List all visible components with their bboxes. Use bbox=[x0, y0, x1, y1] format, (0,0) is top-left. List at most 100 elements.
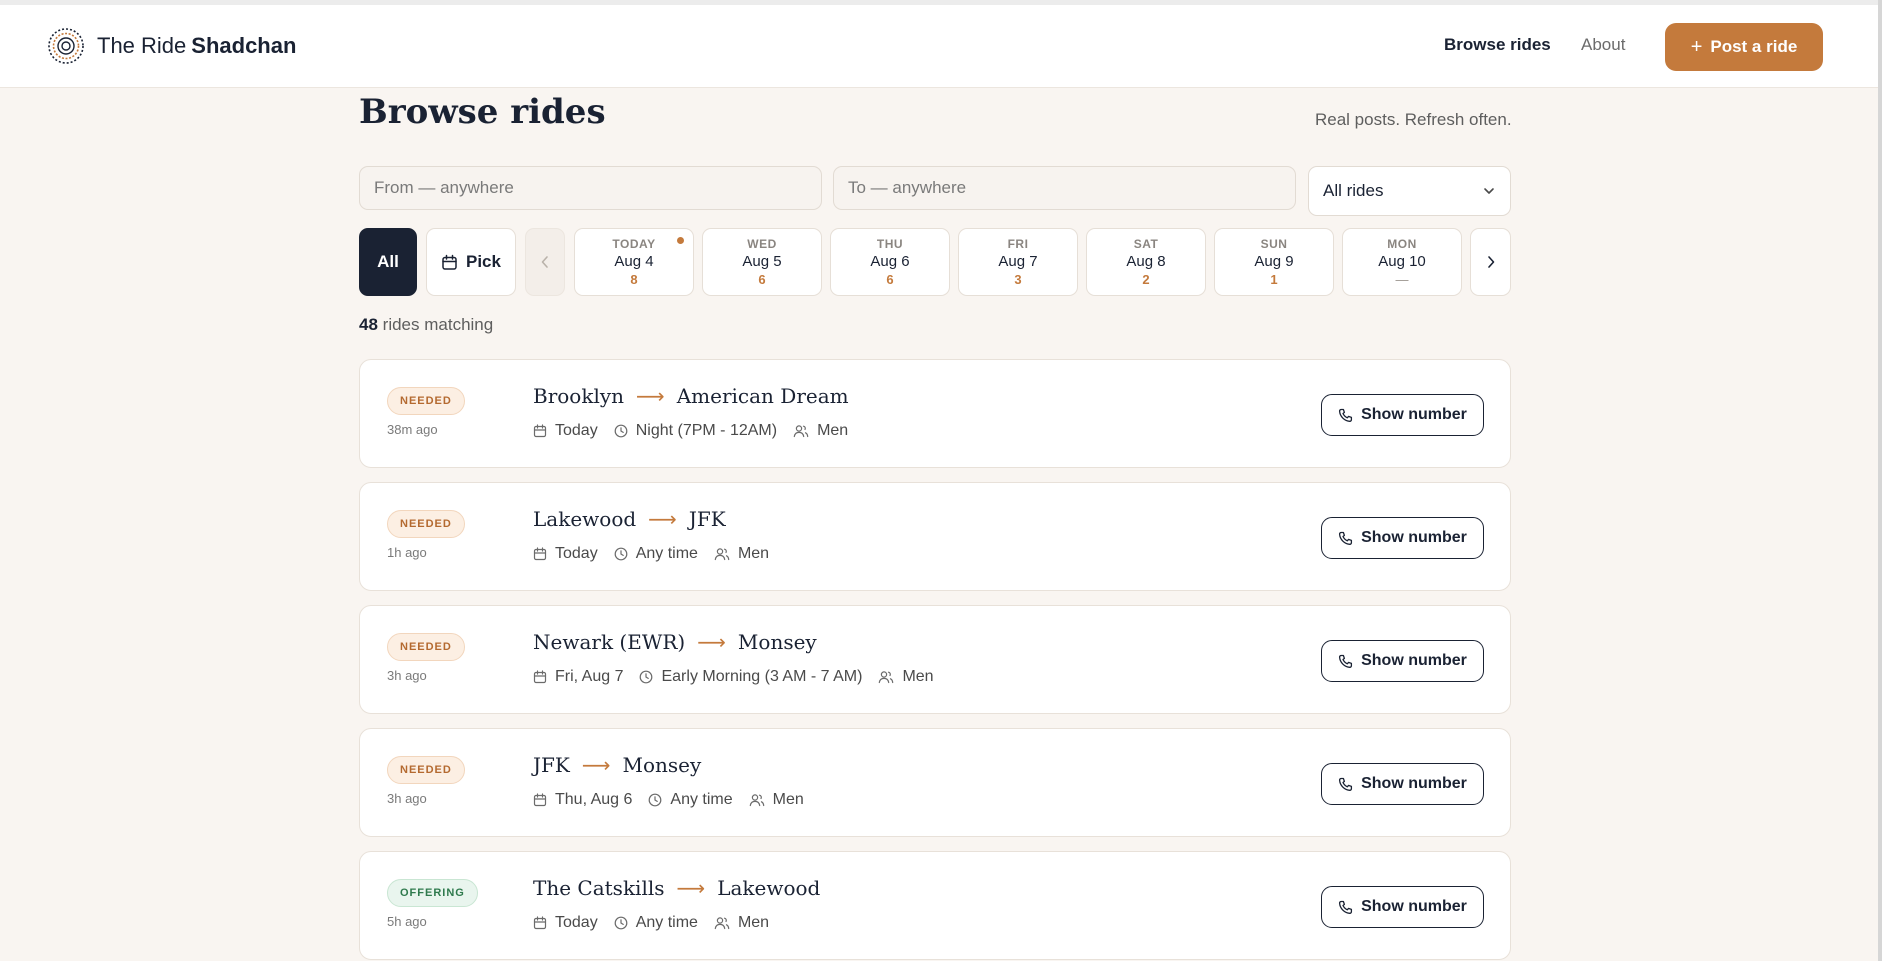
ride-to: Monsey bbox=[737, 630, 817, 654]
show-number-button[interactable]: Show number bbox=[1321, 640, 1484, 682]
chevron-left-icon bbox=[541, 256, 548, 268]
to-input[interactable] bbox=[833, 166, 1296, 210]
ride-posted-ago: 3h ago bbox=[387, 791, 427, 806]
logo-mark-icon bbox=[48, 28, 84, 64]
date-chip-date: Aug 6 bbox=[870, 253, 910, 270]
ride-card[interactable]: NEEDED 1h ago Lakewood ⟶ JFK Today Any t… bbox=[359, 482, 1511, 591]
ride-from: JFK bbox=[533, 753, 570, 777]
ride-posted-ago: 3h ago bbox=[387, 668, 427, 683]
date-chip-thu[interactable]: THU Aug 6 6 bbox=[830, 228, 950, 296]
ride-time: Any time bbox=[635, 545, 698, 562]
ride-type-select[interactable]: All rides bbox=[1308, 166, 1511, 216]
nav-about[interactable]: About bbox=[1581, 35, 1625, 55]
clock-icon bbox=[640, 670, 653, 684]
logo[interactable]: The Ride Shadchan bbox=[47, 27, 296, 65]
ride-card[interactable]: NEEDED 3h ago Newark (EWR) ⟶ Monsey Fri,… bbox=[359, 605, 1511, 714]
ride-type-select-value: All rides bbox=[1323, 181, 1384, 200]
date-chip-dow: MON bbox=[1387, 237, 1417, 251]
arrow-right-icon: ⟶ bbox=[648, 507, 677, 531]
ride-card[interactable]: NEEDED 3h ago JFK ⟶ Monsey Thu, Aug 6 An… bbox=[359, 728, 1511, 837]
show-number-button[interactable]: Show number bbox=[1321, 886, 1484, 928]
date-chip-count: 6 bbox=[758, 272, 766, 287]
app-name-part1: The Ride bbox=[97, 33, 187, 58]
date-chip-date: Aug 7 bbox=[998, 253, 1038, 270]
users-icon bbox=[879, 671, 894, 684]
date-chip-wed[interactable]: WED Aug 5 6 bbox=[702, 228, 822, 296]
post-a-ride-button[interactable]: + Post a ride bbox=[1665, 23, 1823, 71]
ride-to: JFK bbox=[688, 507, 726, 531]
date-chip-count: 1 bbox=[1270, 272, 1278, 287]
ride-audience: Men bbox=[902, 668, 934, 685]
results-count: 48 rides matching bbox=[359, 315, 493, 335]
results-count-number: 48 bbox=[359, 315, 378, 334]
ride-status-badge: NEEDED bbox=[387, 387, 465, 415]
ride-time: Night (7PM - 12AM) bbox=[635, 422, 778, 439]
ride-to: American Dream bbox=[676, 384, 849, 408]
date-chip-date: Aug 9 bbox=[1254, 253, 1294, 270]
window-scrollbar[interactable] bbox=[1878, 0, 1882, 961]
ride-status-badge: OFFERING bbox=[387, 879, 478, 907]
date-chip-fri[interactable]: FRI Aug 7 3 bbox=[958, 228, 1078, 296]
date-chip-dow: TODAY bbox=[612, 237, 656, 251]
arrow-right-icon: ⟶ bbox=[636, 384, 665, 408]
nav-browse-rides[interactable]: Browse rides bbox=[1444, 35, 1551, 55]
ride-status-badge: NEEDED bbox=[387, 756, 465, 784]
date-next-button[interactable] bbox=[1470, 228, 1511, 296]
ride-from: Brooklyn bbox=[533, 384, 625, 408]
date-chip-count: 8 bbox=[630, 272, 638, 287]
app-name: The Ride Shadchan bbox=[97, 33, 296, 59]
ride-card[interactable]: NEEDED 38m ago Brooklyn ⟶ American Dream… bbox=[359, 359, 1511, 468]
ride-posted-ago: 1h ago bbox=[387, 545, 427, 560]
ride-from: Newark (EWR) bbox=[533, 630, 686, 654]
date-chip-date: Aug 10 bbox=[1378, 253, 1426, 270]
calendar-icon bbox=[533, 670, 547, 684]
ride-time: Any time bbox=[635, 914, 698, 931]
show-number-button[interactable]: Show number bbox=[1321, 763, 1484, 805]
page-tagline: Real posts. Refresh often. bbox=[1315, 110, 1512, 129]
show-number-button[interactable]: Show number bbox=[1321, 394, 1484, 436]
users-icon bbox=[714, 548, 730, 561]
arrow-right-icon: ⟶ bbox=[676, 876, 706, 900]
from-input[interactable] bbox=[359, 166, 822, 210]
date-pick-chip[interactable]: Pick bbox=[426, 228, 516, 296]
date-chip-dow: SUN bbox=[1260, 237, 1288, 251]
phone-icon bbox=[1339, 900, 1353, 914]
date-chip-dow: FRI bbox=[1007, 237, 1029, 251]
ride-posted-ago: 5h ago bbox=[387, 914, 427, 929]
ride-meta: Thu, Aug 6 Any time Men bbox=[533, 791, 820, 809]
date-chip-dow: WED bbox=[747, 237, 777, 251]
date-chip-date: Aug 5 bbox=[742, 253, 782, 270]
phone-icon bbox=[1339, 777, 1353, 791]
date-chip-sun[interactable]: SUN Aug 9 1 bbox=[1214, 228, 1334, 296]
chevron-down-icon bbox=[1484, 188, 1494, 194]
show-number-button[interactable]: Show number bbox=[1321, 517, 1484, 559]
date-chip-mon[interactable]: MON Aug 10 — bbox=[1342, 228, 1462, 296]
ride-card[interactable]: OFFERING 5h ago The Catskills ⟶ Lakewood… bbox=[359, 851, 1511, 960]
ride-to: Lakewood bbox=[717, 876, 821, 900]
ride-route: Brooklyn ⟶ American Dream bbox=[533, 384, 849, 408]
date-chip-sat[interactable]: SAT Aug 8 2 bbox=[1086, 228, 1206, 296]
post-a-ride-label: Post a ride bbox=[1710, 37, 1798, 56]
phone-icon bbox=[1339, 531, 1353, 545]
arrow-right-icon: ⟶ bbox=[581, 753, 611, 777]
calendar-icon bbox=[533, 547, 547, 561]
ride-from: Lakewood bbox=[533, 507, 637, 531]
show-number-label: Show number bbox=[1361, 775, 1467, 792]
show-number-label: Show number bbox=[1361, 652, 1467, 669]
ride-day: Today bbox=[555, 914, 598, 931]
calendar-icon bbox=[533, 424, 547, 438]
top-header: The Ride Shadchan Browse rides About + Po… bbox=[0, 5, 1878, 88]
ride-route: The Catskills ⟶ Lakewood bbox=[533, 876, 820, 900]
date-chip-count: — bbox=[1395, 272, 1409, 287]
ride-route: Lakewood ⟶ JFK bbox=[533, 507, 726, 531]
ride-audience: Men bbox=[772, 791, 804, 808]
ride-route: JFK ⟶ Monsey bbox=[533, 753, 701, 777]
results-count-label: rides matching bbox=[382, 315, 494, 334]
users-icon bbox=[793, 425, 809, 438]
date-prev-button[interactable] bbox=[525, 228, 565, 296]
clock-icon bbox=[614, 547, 628, 561]
date-all-chip[interactable]: All bbox=[359, 228, 417, 296]
calendar-icon bbox=[442, 254, 457, 270]
ride-status-badge: NEEDED bbox=[387, 633, 465, 661]
date-chip-today[interactable]: TODAY Aug 4 8 bbox=[574, 228, 694, 296]
